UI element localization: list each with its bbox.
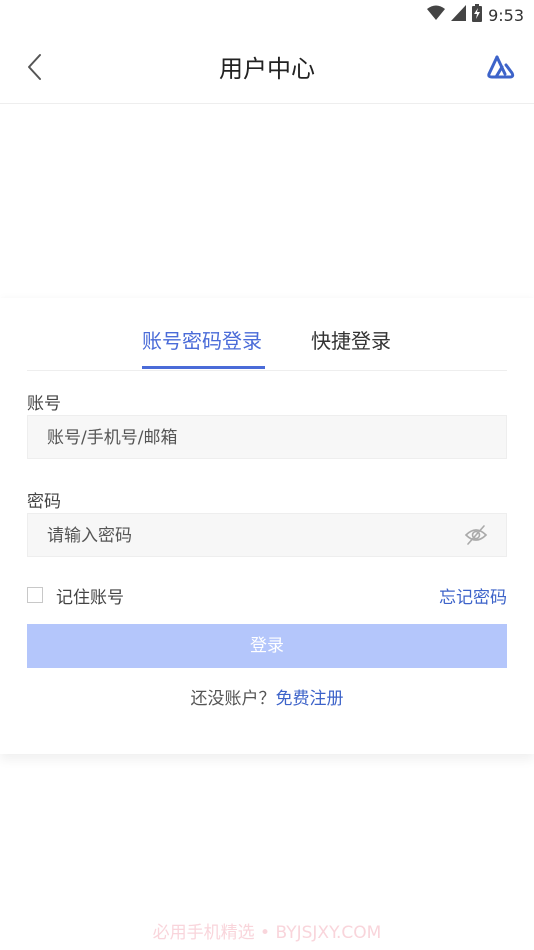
account-label: 账号: [27, 394, 61, 414]
status-bar: 9:53: [0, 0, 534, 30]
signal-icon: [451, 5, 467, 25]
free-register-link[interactable]: 免费注册: [276, 689, 344, 709]
remember-account-checkbox[interactable]: [27, 587, 43, 603]
watermark: 必用手机精选 • BYJSJXY.COM: [152, 923, 382, 943]
tab-quick-login[interactable]: 快捷登录: [311, 325, 391, 354]
remember-account-label: 记住账号: [56, 588, 124, 608]
account-field: [27, 415, 507, 460]
password-field: [27, 513, 507, 558]
eye-hidden-icon: [464, 525, 488, 545]
app-header: 用户中心: [0, 30, 534, 104]
status-time: 9:53: [488, 5, 524, 25]
login-button[interactable]: 登录: [27, 624, 507, 668]
brand-logo-button[interactable]: [486, 54, 516, 80]
page-title: 用户中心: [219, 55, 315, 83]
active-tab-indicator: [142, 366, 265, 369]
register-row: 还没账户？免费注册: [0, 684, 534, 709]
login-card: 账号密码登录 快捷登录 账号 密码 记住账号 忘记密码 登录 还没账户？免费注册: [0, 298, 534, 754]
brand-logo-icon: [487, 55, 515, 79]
forgot-password-link[interactable]: 忘记密码: [439, 583, 507, 608]
toggle-password-visibility-button[interactable]: [464, 524, 488, 546]
wifi-icon: [427, 5, 446, 25]
password-input[interactable]: [45, 514, 449, 558]
register-prompt: 还没账户？: [190, 689, 276, 709]
battery-icon: [472, 4, 483, 26]
status-icons: 9:53: [427, 4, 524, 26]
login-tabs: 账号密码登录 快捷登录: [27, 298, 507, 371]
password-label: 密码: [27, 492, 61, 512]
account-input[interactable]: [45, 416, 449, 460]
tab-account-password[interactable]: 账号密码登录: [142, 325, 262, 354]
